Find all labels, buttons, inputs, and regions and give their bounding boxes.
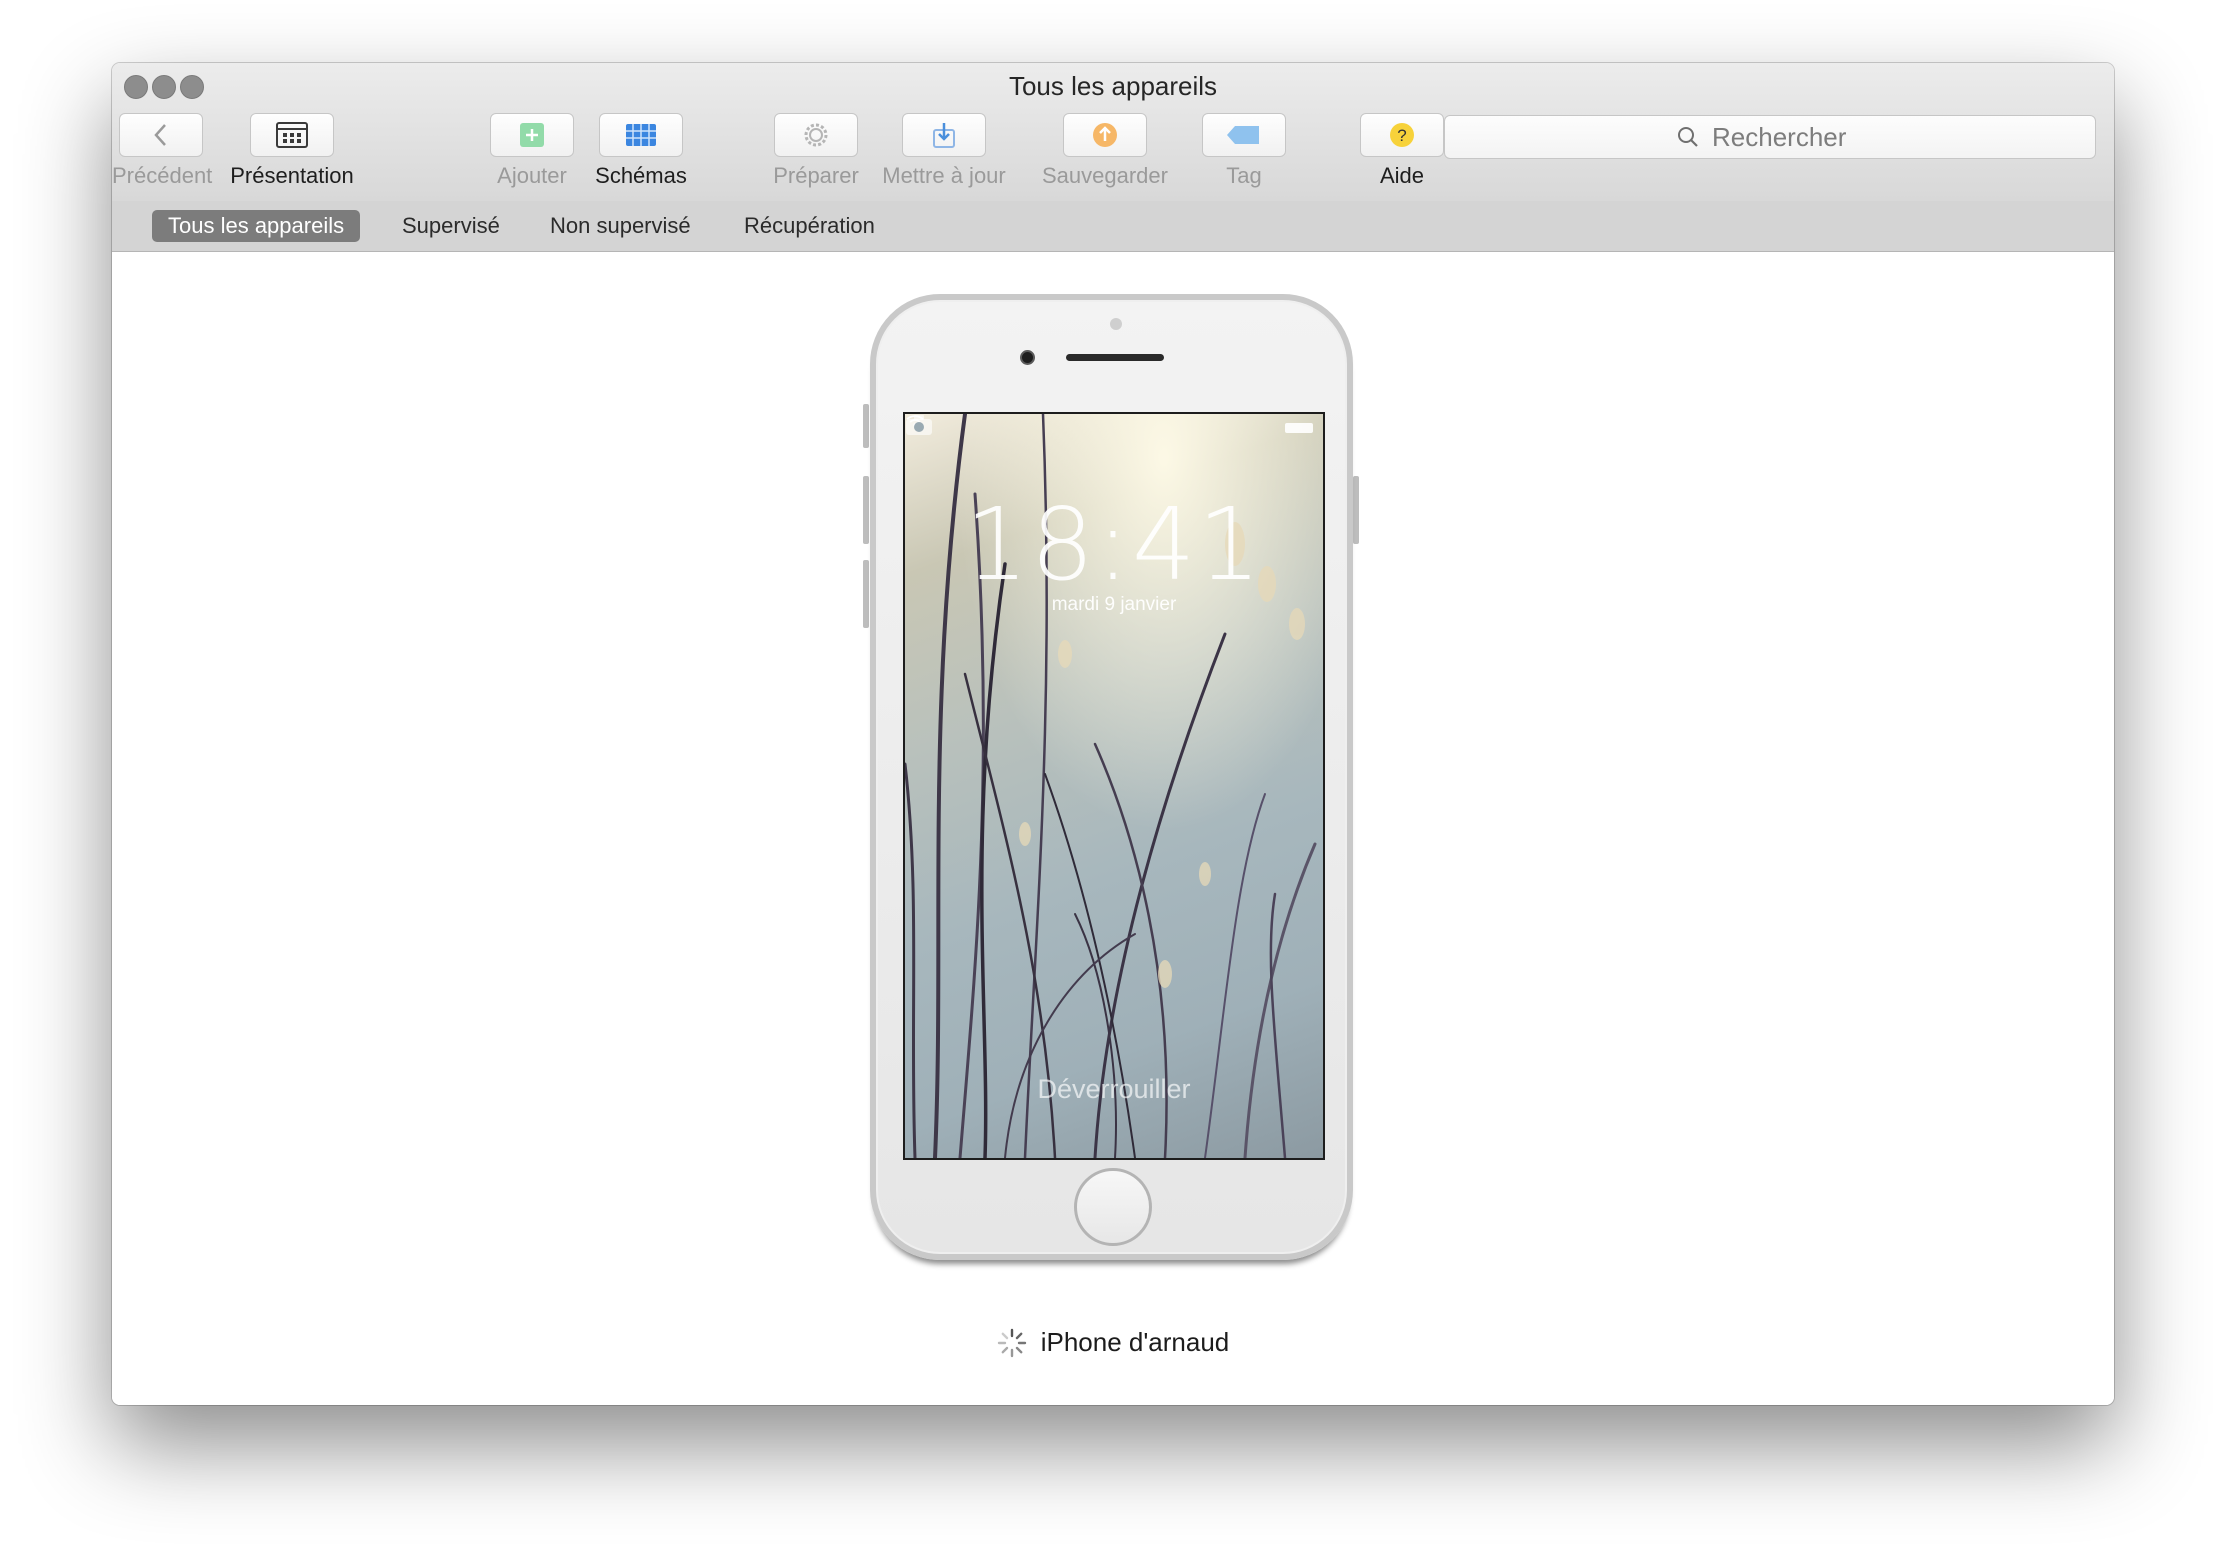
scope-recovery[interactable]: Récupération [728, 210, 891, 242]
add-button-frame[interactable] [490, 113, 574, 157]
chevron-left-icon [154, 124, 166, 146]
backup-arrow-icon [1093, 123, 1117, 147]
search-field[interactable] [1444, 115, 2096, 159]
backup-label: Sauvegarder [1042, 163, 1168, 188]
mute-switch [863, 404, 869, 448]
download-icon [933, 123, 955, 148]
iphone-device: 18:41 mardi 9 janvier Déverrouiller [870, 294, 1353, 1260]
device-tile[interactable]: 18:41 mardi 9 janvier Déverrouiller [863, 294, 1359, 1274]
unlock-hint: Déverrouiller [1037, 1074, 1191, 1104]
app-window: Tous les appareils Précédent Présentatio… [112, 63, 2114, 1405]
gear-icon [804, 123, 828, 147]
scope-bar: Tous les appareils Supervisé Non supervi… [112, 201, 2114, 252]
tag-label: Tag [1226, 163, 1262, 188]
blueprints-button[interactable]: Schémas [576, 113, 706, 189]
help-label: Aide [1379, 163, 1425, 188]
volume-up-button [863, 476, 869, 544]
blueprints-label: Schémas [595, 163, 687, 188]
svg-text:?: ? [1397, 126, 1406, 145]
tag-icon [1227, 126, 1259, 144]
scope-supervised[interactable]: Supervisé [386, 210, 516, 242]
help-button-frame[interactable]: ? [1360, 113, 1444, 157]
toolbar: Tous les appareils Précédent Présentatio… [112, 63, 2114, 202]
question-icon: ? [1390, 123, 1414, 147]
search-icon [1678, 127, 1698, 147]
prepare-label: Préparer [773, 163, 859, 188]
front-camera [1020, 350, 1035, 365]
view-grid-icon [276, 122, 308, 148]
spinner-icon [997, 1328, 1026, 1357]
window-title: Tous les appareils [1008, 71, 1218, 101]
help-button[interactable]: ? Aide [1352, 113, 1452, 189]
back-button[interactable]: Précédent [112, 113, 213, 189]
proximity-sensor [1110, 318, 1122, 330]
back-label: Précédent [112, 163, 213, 188]
device-area: 18:41 mardi 9 janvier Déverrouiller iPho… [112, 252, 2114, 1405]
blueprints-button-frame[interactable] [599, 113, 683, 157]
scope-unsupervised[interactable]: Non supervisé [534, 210, 707, 242]
backup-button[interactable]: Sauvegarder [1012, 113, 1198, 189]
search-input[interactable] [1710, 120, 1864, 154]
plus-icon [520, 123, 544, 147]
add-button[interactable]: Ajouter [472, 113, 592, 189]
update-button-frame[interactable] [902, 113, 986, 157]
prepare-button[interactable]: Préparer [754, 113, 878, 189]
view-button-frame[interactable] [250, 113, 334, 157]
view-button[interactable]: Présentation [208, 113, 376, 189]
prepare-button-frame[interactable] [774, 113, 858, 157]
scope-all-devices[interactable]: Tous les appareils [152, 210, 361, 242]
lock-screen-date: mardi 9 janvier [1051, 594, 1177, 615]
backup-button-frame[interactable] [1063, 113, 1147, 157]
battery-icon [1285, 423, 1313, 433]
update-label: Mettre à jour [882, 163, 1006, 188]
view-label: Présentation [230, 163, 354, 188]
lock-screen: 18:41 mardi 9 janvier Déverrouiller [903, 412, 1325, 1160]
device-caption[interactable]: iPhone d'arnaud [112, 1327, 2114, 1358]
tag-button[interactable]: Tag [1194, 113, 1294, 189]
lock-screen-time: 18:41 [964, 486, 1264, 603]
back-button-frame[interactable] [119, 113, 203, 157]
camera-icon [906, 415, 932, 435]
update-button[interactable]: Mettre à jour [864, 113, 1024, 189]
earpiece-speaker [1066, 354, 1164, 361]
blueprints-icon [626, 124, 656, 146]
tag-button-frame[interactable] [1202, 113, 1286, 157]
volume-down-button [863, 560, 869, 628]
power-button [1353, 476, 1359, 544]
device-name: iPhone d'arnaud [1040, 1327, 1230, 1357]
home-button [1074, 1168, 1152, 1246]
add-label: Ajouter [497, 163, 567, 188]
